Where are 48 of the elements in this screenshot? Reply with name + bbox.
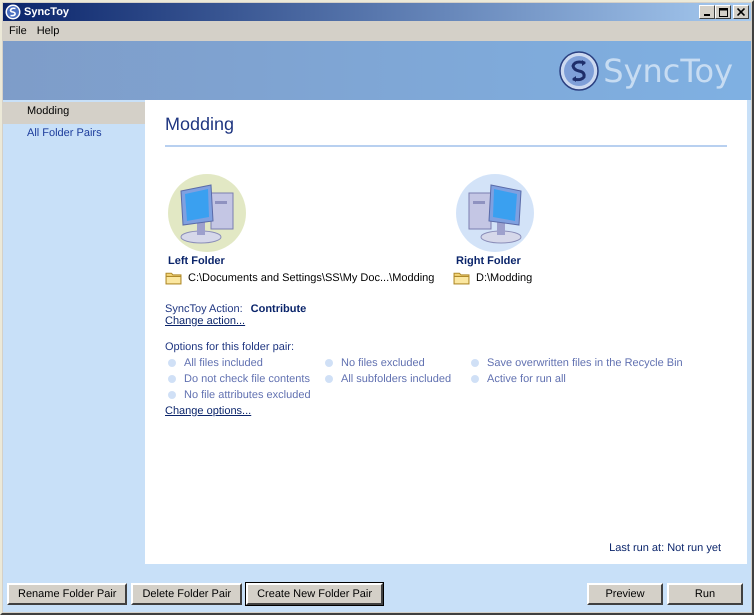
last-run-text: Last run at: Not run yet — [609, 542, 721, 554]
option-text: All files included — [184, 357, 263, 369]
minimize-icon — [704, 14, 710, 16]
option-text: No file attributes excluded — [184, 389, 311, 401]
push-button[interactable]: Preview — [587, 583, 663, 605]
folder-label: Right Folder — [456, 255, 522, 267]
sync-icon — [5, 4, 21, 20]
folder-path: C:\Documents and Settings\SS\My Doc...\Modding — [188, 272, 434, 284]
minimize-button[interactable] — [699, 5, 715, 19]
push-button[interactable]: Delete Folder Pair — [131, 583, 242, 605]
logo-text: SyncToy — [603, 52, 733, 90]
maximize-icon — [718, 8, 728, 16]
bullet-icon — [471, 375, 479, 383]
sidebar-item[interactable]: All Folder Pairs — [3, 124, 145, 146]
action-label: SyncToy Action: — [165, 303, 243, 315]
window-title: SyncToy — [24, 6, 70, 18]
change-action-link[interactable]: Change action... — [165, 315, 246, 327]
bullet-icon — [325, 359, 333, 367]
option-text: Save overwritten files in the Recycle Bin — [487, 357, 683, 369]
computer-icon — [167, 173, 247, 253]
push-button[interactable]: Rename Folder Pair — [7, 583, 128, 605]
option-text: Do not check file contents — [184, 373, 310, 385]
push-button[interactable]: Create New Folder Pair — [246, 583, 384, 605]
sync-logo-icon — [559, 50, 600, 90]
bullet-icon — [168, 391, 176, 399]
menu-item[interactable]: File — [9, 25, 27, 37]
option-text: Active for run all — [487, 373, 566, 385]
close-button[interactable] — [733, 5, 749, 19]
folder-icon — [453, 270, 470, 285]
bullet-icon — [471, 359, 479, 367]
folder-label: Left Folder — [168, 255, 226, 267]
bullet-icon — [168, 375, 176, 383]
option-text: All subfolders included — [341, 373, 452, 385]
folder-icon — [165, 270, 182, 285]
option-text: No files excluded — [341, 357, 425, 369]
change-options-link[interactable]: Change options... — [165, 405, 252, 417]
options-heading: Options for this folder pair: — [165, 341, 296, 353]
maximize-button[interactable] — [715, 5, 731, 19]
bullet-icon — [325, 375, 333, 383]
push-button[interactable]: Run — [667, 583, 743, 605]
folder-path: D:\Modding — [476, 272, 532, 284]
menu-item[interactable]: Help — [36, 25, 60, 37]
page-title: Modding — [165, 114, 727, 147]
close-icon — [737, 8, 745, 16]
bullet-icon — [168, 359, 176, 367]
computer-icon — [455, 173, 535, 253]
action-value: Contribute — [250, 303, 306, 315]
sidebar-item[interactable]: Modding — [3, 102, 145, 124]
